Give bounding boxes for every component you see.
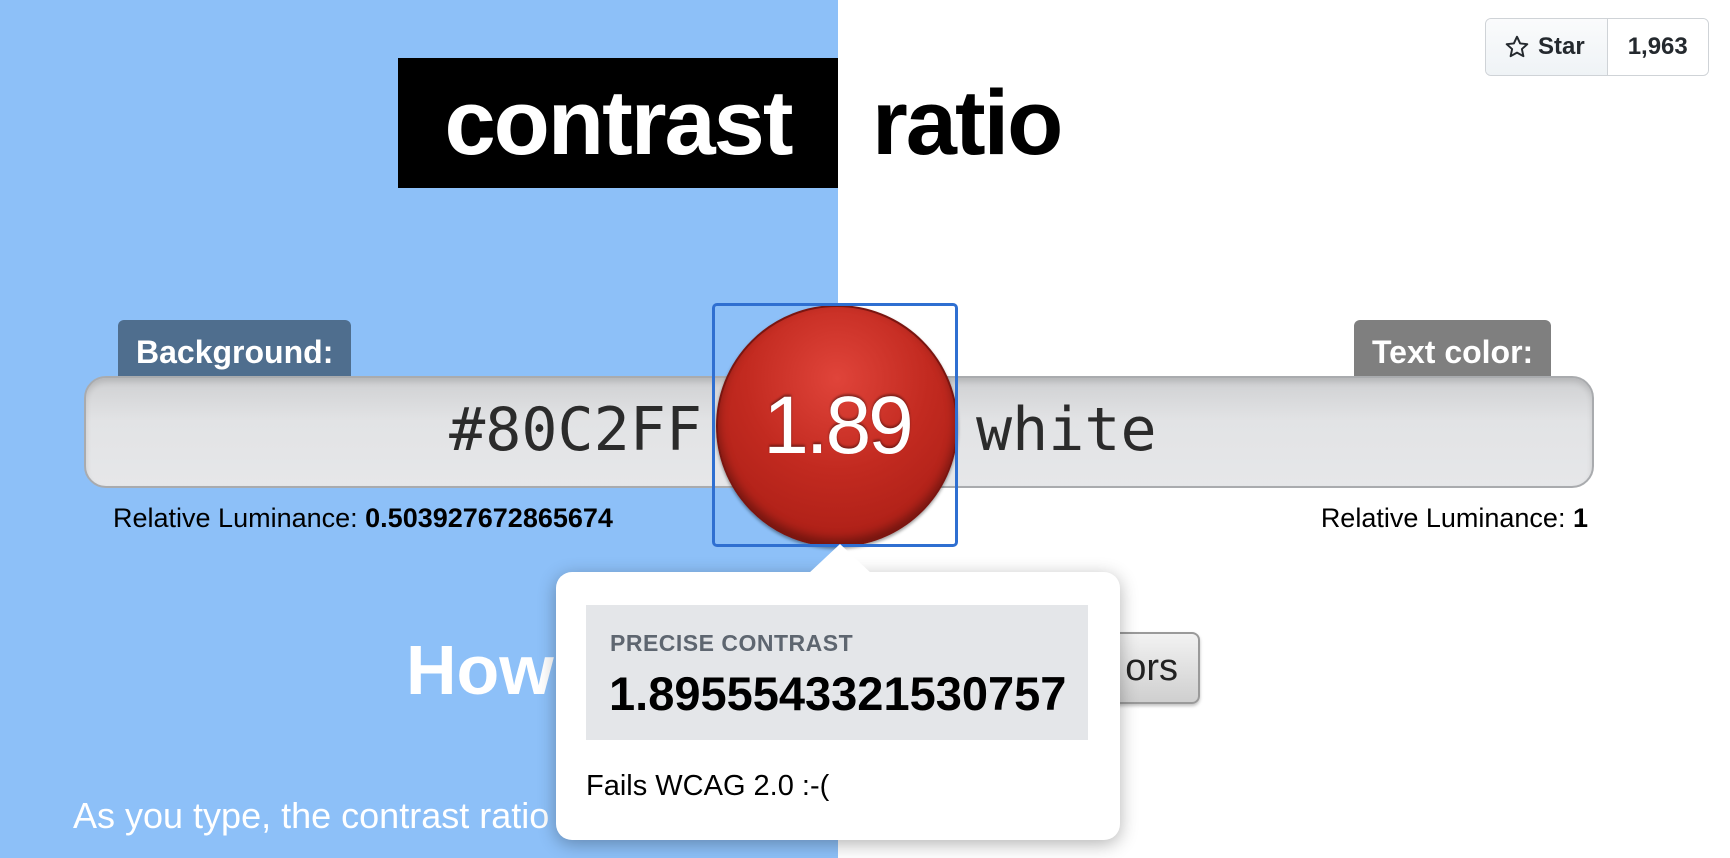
precise-contrast-value: 1.8955543321530757 [609,667,1067,720]
title-word-contrast: contrast [398,58,838,188]
wcag-status: Fails WCAG 2.0 :-( [586,770,830,802]
github-star-widget: Star 1,963 [1485,18,1709,76]
background-color-input[interactable] [90,380,702,480]
background-label: Background: [118,320,352,376]
star-icon [1505,35,1529,58]
contrast-ratio-page: contrast ratio Star 1,963 Background: Te… [0,0,1730,858]
tooltip-arrow [808,544,872,574]
text-color-input[interactable] [976,380,1576,480]
intro-paragraph: As you type, the contrast ratio [73,795,550,836]
text-color-luminance: Relative Luminance: 1 [1321,503,1588,534]
github-star-button[interactable]: Star [1486,19,1608,75]
background-luminance: Relative Luminance: 0.503927672865674 [113,503,613,534]
text-color-luminance-label: Relative Luminance: [1320,503,1566,533]
github-star-label: Star [1538,33,1585,60]
how-heading: How [406,631,554,709]
title-word-ratio: ratio [872,72,1063,174]
text-color-label: Text color: [1354,320,1552,376]
precise-contrast-label: PRECISE CONTRAST [610,630,854,656]
contrast-ratio-focus-ring [712,303,958,547]
text-color-luminance-value: 1 [1572,503,1588,533]
background-luminance-value: 0.503927672865674 [365,503,613,533]
background-luminance-label: Relative Luminance: [113,503,358,533]
github-star-count[interactable]: 1,963 [1607,19,1708,75]
